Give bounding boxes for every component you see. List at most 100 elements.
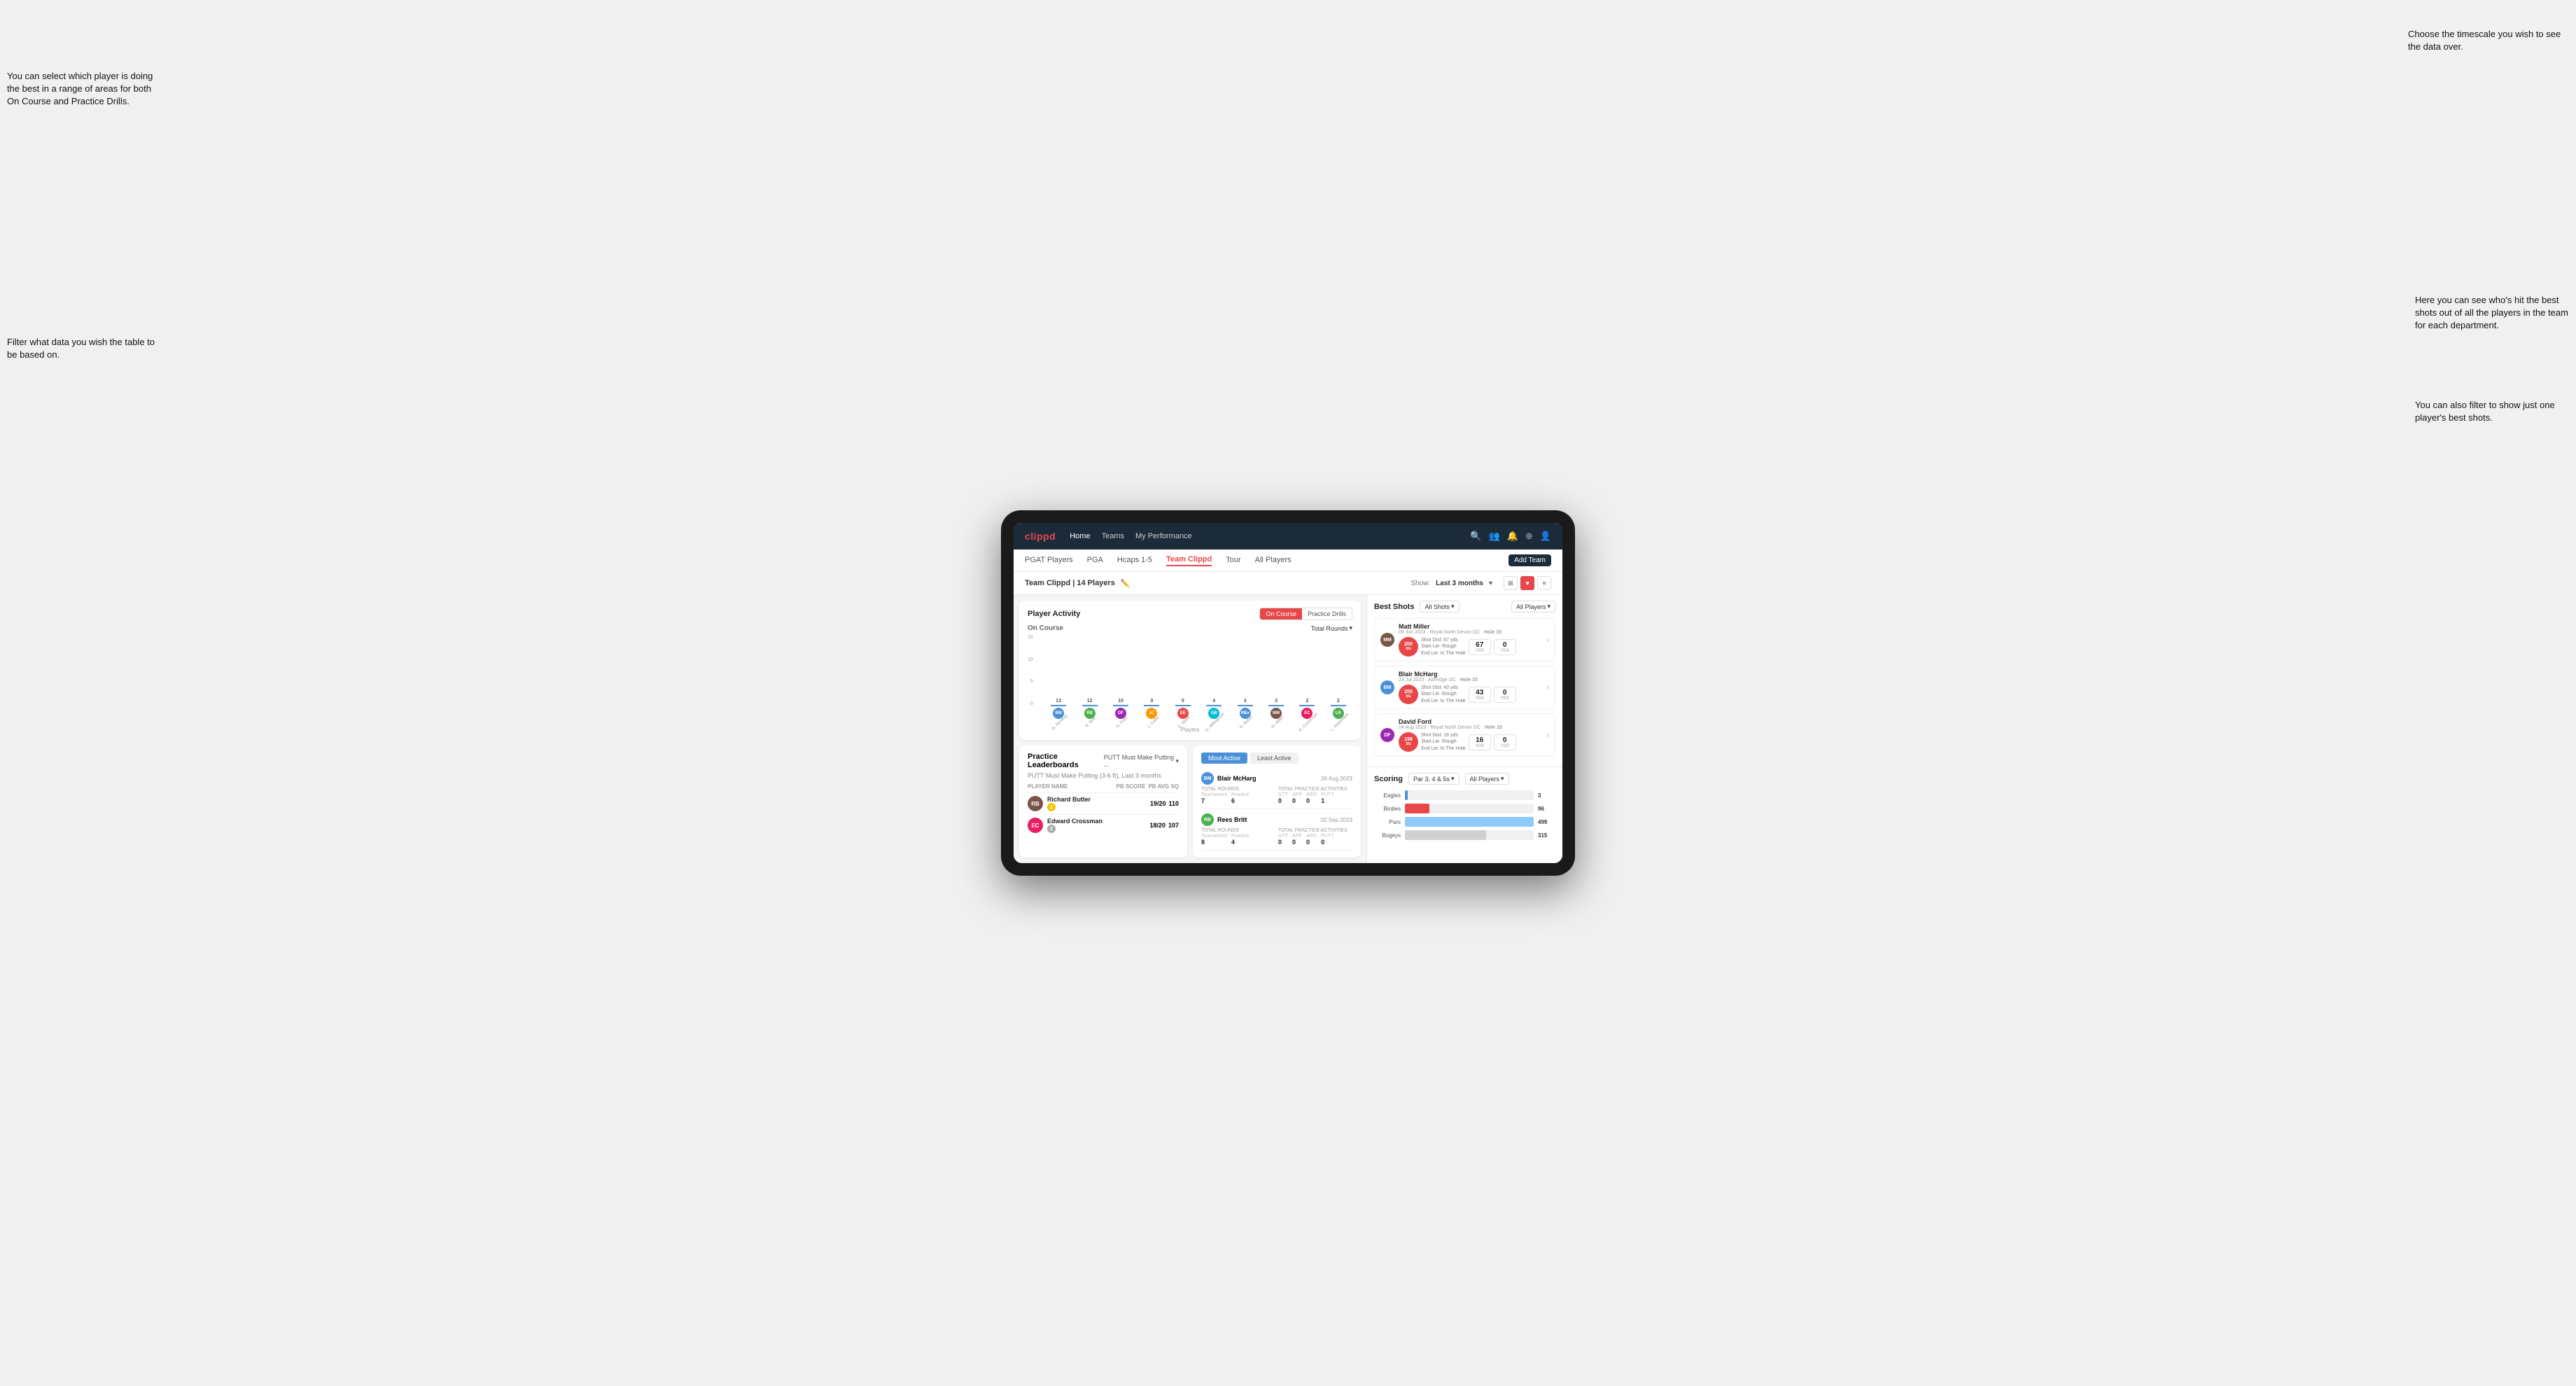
nav-my-performance[interactable]: My Performance bbox=[1135, 532, 1192, 540]
y-label-0: 0 bbox=[1030, 701, 1033, 706]
grid-view-icon[interactable]: ⊞ bbox=[1504, 576, 1518, 590]
shot-chevron-1[interactable]: › bbox=[1546, 635, 1549, 645]
show-value[interactable]: Last 3 months bbox=[1436, 580, 1483, 587]
bar-group-8: 2 bbox=[1293, 699, 1321, 706]
y-axis: 15 10 5 0 bbox=[1028, 635, 1035, 706]
active-tabs: Most Active Least Active bbox=[1201, 752, 1352, 764]
list-view-icon[interactable]: ≡ bbox=[1537, 576, 1551, 590]
tab-pga[interactable]: PGA bbox=[1087, 556, 1103, 566]
scoring-bar-birdies bbox=[1405, 804, 1429, 813]
on-course-toggle[interactable]: On Course bbox=[1260, 608, 1302, 620]
lb-player-details-1: Richard Butler 1 bbox=[1047, 796, 1091, 811]
tablet-frame: clippd Home Teams My Performance 🔍 👥 🔔 ⊕… bbox=[1001, 510, 1575, 876]
col-pb-score: PB SCORE bbox=[1116, 783, 1146, 790]
scoring-row-birdies: Birdies 96 bbox=[1374, 804, 1555, 813]
lb-columns: PLAYER NAME PB SCORE PB AVG SQ bbox=[1028, 783, 1179, 790]
search-icon[interactable]: 🔍 bbox=[1470, 531, 1481, 542]
shot-desc-2: Shot Dist: 43 ydsStart Lie: RoughEnd Lie… bbox=[1421, 685, 1466, 704]
scoring-value-birdies: 96 bbox=[1538, 806, 1555, 812]
shot-card-1[interactable]: MM Matt Miller 09 Jun 2023 · Royal North… bbox=[1374, 618, 1555, 662]
heart-view-icon[interactable]: ♥ bbox=[1520, 576, 1534, 590]
shot-chevron-3[interactable]: › bbox=[1546, 730, 1549, 740]
scoring-par-filter[interactable]: Par 3, 4 & 5s ▾ bbox=[1408, 773, 1460, 785]
bar-value-0: 13 bbox=[1056, 699, 1061, 704]
lb-player-name-1: Richard Butler bbox=[1047, 796, 1091, 803]
bar-group-9: 2 bbox=[1324, 699, 1352, 706]
bar-group-2: 10 bbox=[1107, 699, 1135, 706]
lb-player-info-2: EC Edward Crossman 2 bbox=[1028, 818, 1147, 833]
plus-circle-icon[interactable]: ⊕ bbox=[1525, 531, 1533, 542]
col-pb-avg: PB AVG SQ bbox=[1148, 783, 1179, 790]
nav-home[interactable]: Home bbox=[1070, 532, 1090, 540]
activity-row-1: BM Blair McHarg 26 Aug 2023 Total Rounds bbox=[1201, 768, 1352, 809]
show-dropdown-icon[interactable]: ▾ bbox=[1489, 580, 1492, 587]
avatar-group-2: DFD. Ford bbox=[1107, 708, 1135, 725]
all-players-filter[interactable]: All Players ▾ bbox=[1511, 601, 1555, 612]
least-active-tab[interactable]: Least Active bbox=[1250, 752, 1298, 764]
avatar-group-4: EEE. Ebert bbox=[1169, 708, 1197, 725]
shot-card-2[interactable]: BM Blair McHarg 23 Jul 2023 · Ashridge G… bbox=[1374, 666, 1555, 709]
bar-line-6 bbox=[1238, 705, 1253, 706]
navbar-links: Home Teams My Performance bbox=[1070, 532, 1456, 540]
lb-score-2: 18/20 bbox=[1149, 822, 1166, 829]
practice-drills-toggle[interactable]: Practice Drills bbox=[1302, 608, 1352, 620]
par-activities-row-2: GTT 0 APP 0 ARG bbox=[1278, 834, 1352, 846]
chart-dropdown[interactable]: Total Rounds ▾ bbox=[1311, 624, 1352, 632]
player-activity-title: Player Activity bbox=[1028, 610, 1080, 618]
left-panel: Player Activity On Course Practice Drill… bbox=[1014, 595, 1366, 863]
scoring-bar-wrap-pars bbox=[1405, 817, 1534, 827]
most-active-tab[interactable]: Most Active bbox=[1201, 752, 1247, 764]
edit-icon[interactable]: ✏️ bbox=[1121, 579, 1130, 588]
bar-line-1 bbox=[1082, 705, 1098, 706]
shot-meta-3: 24 Aug 2023 · Royal North Devon GC Hole … bbox=[1399, 725, 1542, 730]
shot-player-name-3: David Ford bbox=[1399, 718, 1542, 725]
tab-pgat-players[interactable]: PGAT Players bbox=[1025, 556, 1073, 566]
shot-stat-box-3a: 16 yds bbox=[1469, 734, 1491, 750]
par-tournament-2: Tournament 8 bbox=[1201, 834, 1227, 846]
scoring-header: Scoring Par 3, 4 & 5s ▾ All Players ▾ bbox=[1374, 773, 1555, 785]
scoring-bar-bogeys bbox=[1405, 830, 1486, 840]
shot-details-3: 198SG Shot Dist: 16 ydsStart Lie: RoughE… bbox=[1399, 732, 1542, 752]
bar-group-7: 3 bbox=[1262, 699, 1290, 706]
shot-info-3: David Ford 24 Aug 2023 · Royal North Dev… bbox=[1399, 718, 1542, 752]
scoring-value-pars: 499 bbox=[1538, 819, 1555, 825]
all-shots-filter[interactable]: All Shots ▾ bbox=[1420, 601, 1459, 612]
scoring-label-eagles: Eagles bbox=[1374, 792, 1401, 799]
lb-subtitle: PUTT Must Make Putting (3-6 ft), Last 3 … bbox=[1028, 772, 1179, 779]
lb-row-1: RB Richard Butler 1 19/20 110 bbox=[1028, 792, 1179, 814]
bar-value-7: 3 bbox=[1275, 699, 1278, 704]
annotation-top-right: Choose the timescale you wish to see the… bbox=[2408, 28, 2562, 53]
tab-tour[interactable]: Tour bbox=[1226, 556, 1240, 566]
bars-container: 1312109543322 bbox=[1044, 635, 1352, 706]
par-player-name-1: Blair McHarg bbox=[1217, 775, 1256, 782]
par-total-rounds-2: Total Rounds Tournament 8 Practice bbox=[1201, 828, 1275, 846]
tab-all-players[interactable]: All Players bbox=[1255, 556, 1292, 566]
user-circle-icon[interactable]: 👤 bbox=[1540, 531, 1551, 542]
avatar-group-5: GBG. Billingham bbox=[1200, 708, 1228, 725]
people-icon[interactable]: 👥 bbox=[1489, 531, 1500, 542]
col-player-name: PLAYER NAME bbox=[1028, 783, 1114, 790]
par-activities-label-2: Total Practice Activities bbox=[1278, 828, 1352, 833]
chart-section-header: On Course Total Rounds ▾ bbox=[1028, 624, 1352, 632]
shot-card-3[interactable]: DF David Ford 24 Aug 2023 · Royal North … bbox=[1374, 713, 1555, 757]
practice-leaderboard-card: Practice Leaderboards PUTT Must Make Put… bbox=[1019, 746, 1187, 858]
tab-team-clippd[interactable]: Team Clippd bbox=[1166, 555, 1212, 566]
shot-chevron-2[interactable]: › bbox=[1546, 682, 1549, 692]
scoring-players-filter[interactable]: All Players ▾ bbox=[1465, 773, 1509, 785]
avatar-group-9: LRL. Robertson bbox=[1324, 708, 1352, 725]
lb-dropdown[interactable]: PUTT Must Make Putting ... ▾ bbox=[1104, 754, 1179, 768]
bar-line-5 bbox=[1206, 705, 1222, 706]
shot-avatar-1: MM bbox=[1380, 633, 1394, 647]
avatar-group-8: ECE. Crossman bbox=[1293, 708, 1321, 725]
shot-avatar-2: BM bbox=[1380, 680, 1394, 694]
lb-avatar-1: RB bbox=[1028, 796, 1043, 811]
bell-icon[interactable]: 🔔 bbox=[1507, 531, 1518, 542]
bar-chart-inner: 15 10 5 0 1312109543322 bbox=[1028, 635, 1352, 706]
par-practice-rounds-2: Practice 4 bbox=[1231, 834, 1249, 846]
annotation-right-mid: Here you can see who's hit the best shot… bbox=[2415, 294, 2569, 332]
add-team-button[interactable]: Add Team bbox=[1508, 554, 1551, 566]
shot-meta-2: 23 Jul 2023 · Ashridge GC Hole 15 bbox=[1399, 678, 1542, 682]
view-icons: ⊞ ♥ ≡ bbox=[1504, 576, 1551, 590]
tab-hcaps[interactable]: Hcaps 1-5 bbox=[1117, 556, 1152, 566]
nav-teams[interactable]: Teams bbox=[1102, 532, 1124, 540]
